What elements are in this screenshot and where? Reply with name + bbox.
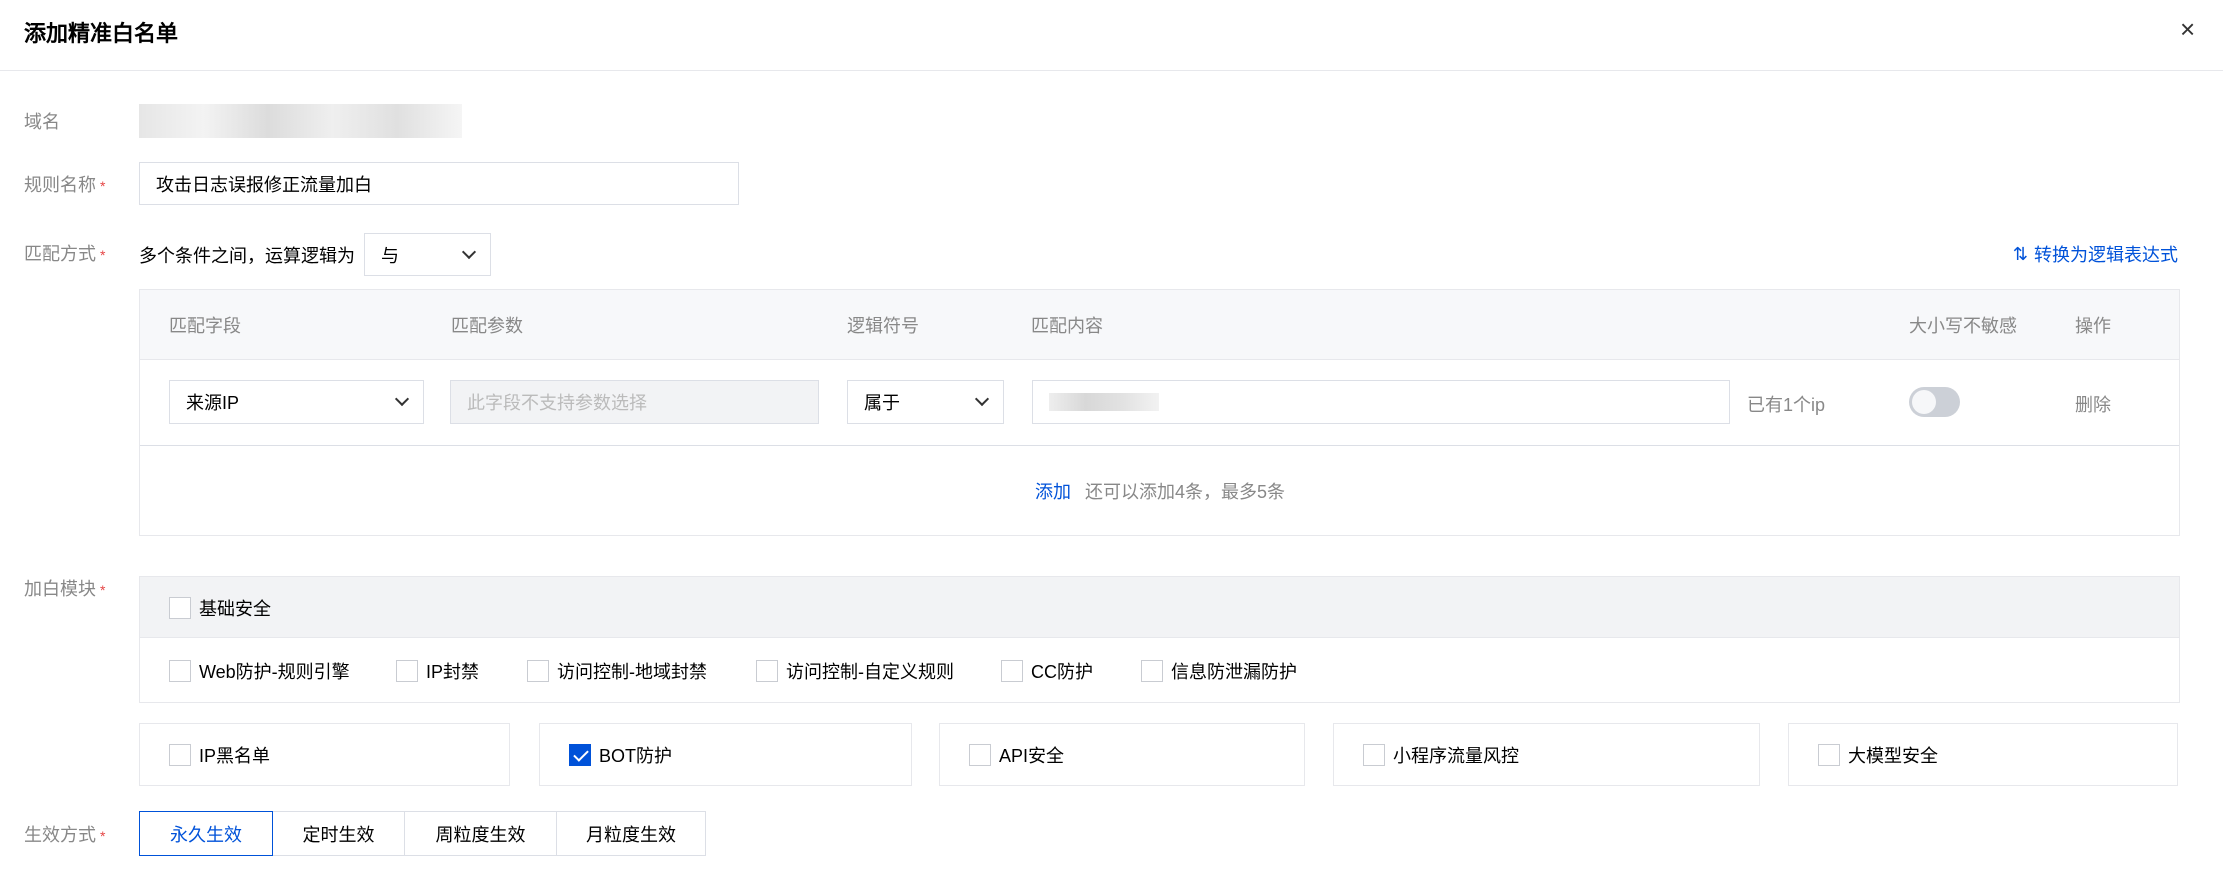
col-field: 匹配字段	[169, 316, 241, 336]
checkbox-icon	[1363, 743, 1385, 766]
add-hint: 还可以添加4条，最多5条	[1085, 482, 1286, 502]
match-conditions-table: 匹配字段 匹配参数 逻辑符号 匹配内容 大小写不敏感 操作 来源IP 此字段不支…	[139, 289, 2180, 536]
base-security-group: 基础安全 Web防护-规则引擎 IP封禁 访问控制-地域封禁 访问控制-自定义规…	[139, 576, 2180, 703]
base-security-header: 基础安全	[140, 577, 2179, 638]
checkbox-icon	[169, 660, 191, 682]
effect-option-permanent[interactable]: 永久生效	[139, 811, 273, 856]
field-value: 来源IP	[186, 393, 240, 413]
checkbox-icon	[396, 660, 418, 682]
required-mark: *	[100, 178, 106, 194]
checkbox-icon	[1818, 743, 1840, 766]
checkbox-icon	[756, 660, 778, 682]
match-logic-select[interactable]: 与	[364, 233, 491, 276]
case-insensitive-toggle[interactable]	[1909, 387, 1960, 417]
col-operator: 逻辑符号	[847, 316, 919, 336]
checkbox-ip-ban[interactable]: IP封禁	[396, 658, 479, 684]
rule-name-label: 规则名称 *	[24, 171, 105, 197]
chevron-down-icon	[974, 391, 990, 407]
dialog-title: 添加精准白名单	[24, 21, 179, 46]
add-row: 添加 还可以添加4条，最多5条	[1035, 478, 1285, 504]
convert-link-text: 转换为逻辑表达式	[2034, 245, 2178, 265]
col-action: 操作	[2075, 316, 2111, 336]
close-icon[interactable]: ×	[2180, 14, 2195, 45]
effect-option-weekly[interactable]: 周粒度生效	[404, 811, 557, 856]
match-logic-text: 多个条件之间，运算逻辑为	[139, 246, 355, 266]
col-param: 匹配参数	[451, 316, 523, 336]
checkbox-custom-rule[interactable]: 访问控制-自定义规则	[756, 658, 954, 684]
operator-value: 属于	[864, 393, 900, 413]
card-llm-security[interactable]: 大模型安全	[1788, 723, 2178, 786]
required-mark: *	[100, 828, 106, 844]
checkbox-label: BOT防护	[599, 745, 673, 766]
ip-count: 已有1个ip	[1747, 395, 1826, 415]
checkbox-label: CC防护	[1031, 662, 1093, 682]
convert-icon: ⇅	[2012, 243, 2028, 264]
checkbox-web-protection[interactable]: Web防护-规则引擎	[169, 658, 350, 684]
delete-button[interactable]: 删除	[2075, 391, 2111, 417]
checkbox-icon	[169, 597, 191, 619]
required-mark: *	[100, 582, 106, 598]
header-divider	[0, 70, 2223, 71]
param-input-disabled: 此字段不支持参数选择	[450, 380, 819, 424]
modules-label: 加白模块 *	[24, 575, 105, 601]
effect-option-scheduled[interactable]: 定时生效	[272, 811, 405, 856]
checkbox-label: Web防护-规则引擎	[199, 662, 350, 682]
domain-value-blurred	[139, 104, 462, 138]
effect-label: 生效方式 *	[24, 821, 105, 847]
checkbox-label: 大模型安全	[1848, 745, 1938, 766]
operator-select[interactable]: 属于	[847, 380, 1004, 424]
match-label-text: 匹配方式	[24, 244, 96, 264]
checkbox-icon	[1141, 660, 1163, 682]
content-value-blurred	[1049, 393, 1159, 411]
checkbox-icon	[969, 743, 991, 766]
checkbox-label: 小程序流量风控	[1393, 745, 1519, 766]
rule-name-label-text: 规则名称	[24, 175, 96, 195]
checkbox-icon	[169, 743, 191, 766]
checkbox-label: IP封禁	[426, 662, 480, 682]
card-miniprogram-risk[interactable]: 小程序流量风控	[1333, 723, 1760, 786]
checkbox-icon	[1001, 660, 1023, 682]
checkbox-label: 信息防泄漏防护	[1171, 662, 1297, 682]
field-select[interactable]: 来源IP	[169, 380, 424, 424]
checkbox-label: IP黑名单	[199, 745, 271, 766]
rule-name-input[interactable]: 攻击日志误报修正流量加白	[139, 162, 739, 205]
chevron-down-icon	[394, 391, 410, 407]
checkbox-checked-icon	[569, 743, 591, 766]
effect-label-text: 生效方式	[24, 825, 96, 845]
modules-label-text: 加白模块	[24, 579, 96, 599]
effect-option-monthly[interactable]: 月粒度生效	[556, 811, 706, 856]
domain-label: 域名	[24, 112, 60, 132]
checkbox-geo-block[interactable]: 访问控制-地域封禁	[527, 658, 707, 684]
required-mark: *	[100, 247, 106, 263]
col-case-insensitive: 大小写不敏感	[1909, 316, 2017, 336]
chevron-down-icon	[461, 244, 477, 259]
checkbox-label: 基础安全	[199, 599, 271, 619]
row-divider	[140, 445, 2179, 446]
match-content-input[interactable]	[1032, 380, 1730, 424]
checkbox-cc-protection[interactable]: CC防护	[1001, 658, 1093, 684]
match-label: 匹配方式 *	[24, 240, 105, 266]
checkbox-label: 访问控制-地域封禁	[557, 662, 707, 682]
card-api-security[interactable]: API安全	[939, 723, 1305, 786]
match-logic-value: 与	[381, 245, 399, 266]
table-header: 匹配字段 匹配参数 逻辑符号 匹配内容 大小写不敏感 操作	[140, 290, 2179, 360]
col-content: 匹配内容	[1031, 316, 1103, 336]
checkbox-icon	[527, 660, 549, 682]
checkbox-data-leak[interactable]: 信息防泄漏防护	[1141, 658, 1297, 684]
add-condition-link[interactable]: 添加	[1035, 478, 1071, 504]
checkbox-label: API安全	[999, 745, 1065, 766]
convert-expression-link[interactable]: ⇅ 转换为逻辑表达式	[2013, 241, 2178, 267]
checkbox-label: 访问控制-自定义规则	[786, 662, 954, 682]
card-bot-protection[interactable]: BOT防护	[539, 723, 912, 786]
checkbox-base-security[interactable]: 基础安全	[169, 595, 271, 621]
card-ip-blacklist[interactable]: IP黑名单	[139, 723, 510, 786]
